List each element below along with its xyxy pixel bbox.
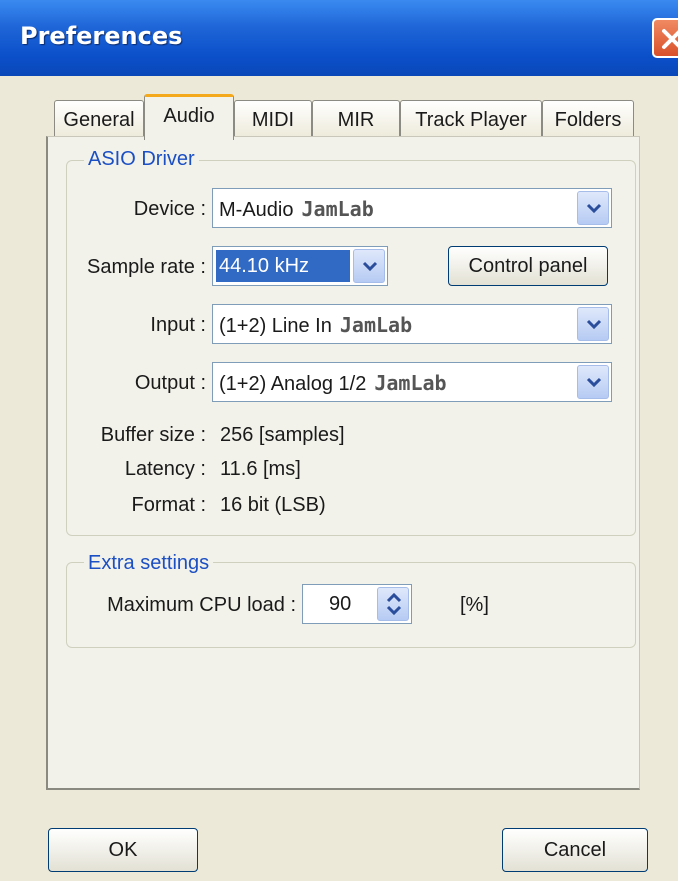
chevron-down-icon (362, 261, 378, 272)
buffer-size-label: Buffer size : (100, 424, 206, 446)
chevron-down-icon (586, 377, 602, 388)
preferences-window: Preferences General Audio MIDI MIR Track… (0, 0, 678, 881)
extra-settings-title: Extra settings (84, 552, 214, 575)
tab-track-player[interactable]: Track Player (400, 100, 542, 140)
window-title: Preferences (20, 22, 183, 50)
device-dropdown-button[interactable] (577, 191, 609, 225)
title-bar[interactable]: Preferences (0, 0, 678, 76)
chevron-down-icon (586, 319, 602, 330)
input-label: Input : (150, 314, 206, 336)
tab-folders[interactable]: Folders (542, 100, 634, 140)
input-dropdown[interactable]: (1+2) Line In JamLab (212, 304, 612, 344)
tab-audio[interactable]: Audio (144, 94, 234, 140)
cpu-load-label: Maximum CPU load : (107, 594, 296, 616)
device-brand: JamLab (301, 197, 374, 221)
device-dropdown[interactable]: M-Audio JamLab (212, 188, 612, 228)
latency-value: 11.6 [ms] (220, 458, 301, 480)
close-button[interactable] (652, 18, 678, 58)
device-value: M-Audio (219, 199, 294, 221)
close-icon (662, 29, 678, 49)
tab-mir[interactable]: MIR (312, 100, 400, 140)
ok-button[interactable]: OK (48, 828, 198, 872)
sample-rate-value: 44.10 kHz (219, 255, 310, 277)
output-label: Output : (134, 372, 206, 394)
cpu-load-stepper[interactable]: 90 (302, 584, 412, 624)
asio-driver-title: ASIO Driver (84, 148, 199, 171)
sample-rate-dropdown[interactable]: 44.10 kHz (212, 246, 388, 286)
control-panel-button[interactable]: Control panel (448, 246, 608, 286)
output-dropdown[interactable]: (1+2) Analog 1/2 JamLab (212, 362, 612, 402)
latency-label: Latency : (124, 458, 206, 480)
cancel-button[interactable]: Cancel (502, 828, 648, 872)
tab-midi[interactable]: MIDI (234, 100, 312, 140)
output-value: (1+2) Analog 1/2 (219, 373, 367, 395)
sample-rate-label: Sample rate : (87, 256, 206, 278)
format-value: 16 bit (LSB) (220, 494, 326, 516)
tab-general[interactable]: General (54, 100, 144, 140)
device-label: Device : (133, 198, 206, 220)
buffer-size-value: 256 [samples] (220, 424, 345, 446)
input-value: (1+2) Line In (219, 315, 332, 337)
spin-arrows-icon (386, 593, 402, 615)
format-label: Format : (131, 494, 206, 516)
input-dropdown-button[interactable] (577, 307, 609, 341)
cpu-load-unit: [%] (460, 594, 489, 616)
cpu-load-value: 90 (329, 593, 352, 615)
chevron-down-icon (586, 203, 602, 214)
output-dropdown-button[interactable] (577, 365, 609, 399)
output-brand: JamLab (374, 371, 447, 395)
input-brand: JamLab (339, 313, 413, 337)
sample-rate-dropdown-button[interactable] (353, 249, 385, 283)
cpu-load-spin-buttons[interactable] (377, 587, 409, 621)
